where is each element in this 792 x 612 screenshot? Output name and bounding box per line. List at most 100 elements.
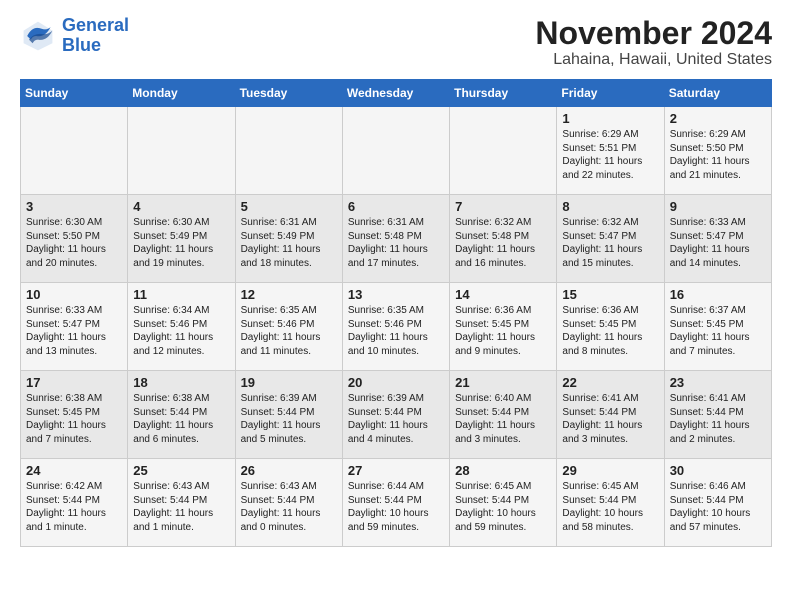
calendar-cell	[450, 107, 557, 195]
day-info: Sunrise: 6:33 AM Sunset: 5:47 PM Dayligh…	[26, 304, 122, 358]
day-info: Sunrise: 6:38 AM Sunset: 5:45 PM Dayligh…	[26, 392, 122, 446]
day-info: Sunrise: 6:45 AM Sunset: 5:44 PM Dayligh…	[455, 480, 551, 534]
calendar-header-row: SundayMondayTuesdayWednesdayThursdayFrid…	[21, 80, 772, 107]
day-info: Sunrise: 6:29 AM Sunset: 5:51 PM Dayligh…	[562, 128, 658, 182]
calendar-cell: 13 Sunrise: 6:35 AM Sunset: 5:46 PM Dayli…	[342, 283, 449, 371]
day-info: Sunrise: 6:36 AM Sunset: 5:45 PM Dayligh…	[562, 304, 658, 358]
day-number: 18	[133, 375, 229, 390]
day-info: Sunrise: 6:30 AM Sunset: 5:49 PM Dayligh…	[133, 216, 229, 270]
day-number: 28	[455, 463, 551, 478]
day-number: 16	[670, 287, 766, 302]
calendar-cell: 5 Sunrise: 6:31 AM Sunset: 5:49 PM Daylig…	[235, 195, 342, 283]
calendar-cell	[235, 107, 342, 195]
calendar-cell	[21, 107, 128, 195]
calendar-cell: 18 Sunrise: 6:38 AM Sunset: 5:44 PM Dayli…	[128, 371, 235, 459]
day-number: 15	[562, 287, 658, 302]
day-info: Sunrise: 6:40 AM Sunset: 5:44 PM Dayligh…	[455, 392, 551, 446]
calendar-week-row: 1 Sunrise: 6:29 AM Sunset: 5:51 PM Daylig…	[21, 107, 772, 195]
day-number: 23	[670, 375, 766, 390]
col-header-thursday: Thursday	[450, 80, 557, 107]
col-header-monday: Monday	[128, 80, 235, 107]
calendar-cell: 28 Sunrise: 6:45 AM Sunset: 5:44 PM Dayli…	[450, 459, 557, 547]
day-info: Sunrise: 6:41 AM Sunset: 5:44 PM Dayligh…	[562, 392, 658, 446]
calendar-cell: 20 Sunrise: 6:39 AM Sunset: 5:44 PM Dayli…	[342, 371, 449, 459]
day-info: Sunrise: 6:42 AM Sunset: 5:44 PM Dayligh…	[26, 480, 122, 534]
day-info: Sunrise: 6:34 AM Sunset: 5:46 PM Dayligh…	[133, 304, 229, 358]
calendar-week-row: 3 Sunrise: 6:30 AM Sunset: 5:50 PM Daylig…	[21, 195, 772, 283]
day-number: 17	[26, 375, 122, 390]
logo-text: General Blue	[62, 16, 129, 56]
calendar-cell: 3 Sunrise: 6:30 AM Sunset: 5:50 PM Daylig…	[21, 195, 128, 283]
day-info: Sunrise: 6:30 AM Sunset: 5:50 PM Dayligh…	[26, 216, 122, 270]
day-number: 1	[562, 111, 658, 126]
title-block: November 2024 Lahaina, Hawaii, United St…	[535, 16, 772, 69]
calendar-cell: 2Sunrise: 6:29 AM Sunset: 5:50 PM Daylig…	[664, 107, 771, 195]
day-info: Sunrise: 6:32 AM Sunset: 5:47 PM Dayligh…	[562, 216, 658, 270]
calendar-cell: 8 Sunrise: 6:32 AM Sunset: 5:47 PM Daylig…	[557, 195, 664, 283]
day-number: 3	[26, 199, 122, 214]
day-number: 9	[670, 199, 766, 214]
day-number: 5	[241, 199, 337, 214]
day-number: 14	[455, 287, 551, 302]
day-number: 10	[26, 287, 122, 302]
col-header-friday: Friday	[557, 80, 664, 107]
calendar-cell: 25 Sunrise: 6:43 AM Sunset: 5:44 PM Dayli…	[128, 459, 235, 547]
calendar-cell: 30Sunrise: 6:46 AM Sunset: 5:44 PM Dayli…	[664, 459, 771, 547]
calendar-week-row: 10 Sunrise: 6:33 AM Sunset: 5:47 PM Dayli…	[21, 283, 772, 371]
day-number: 13	[348, 287, 444, 302]
day-number: 8	[562, 199, 658, 214]
day-number: 19	[241, 375, 337, 390]
day-number: 24	[26, 463, 122, 478]
day-info: Sunrise: 6:33 AM Sunset: 5:47 PM Dayligh…	[670, 216, 766, 270]
day-info: Sunrise: 6:43 AM Sunset: 5:44 PM Dayligh…	[241, 480, 337, 534]
day-info: Sunrise: 6:41 AM Sunset: 5:44 PM Dayligh…	[670, 392, 766, 446]
calendar-cell: 27 Sunrise: 6:44 AM Sunset: 5:44 PM Dayli…	[342, 459, 449, 547]
day-info: Sunrise: 6:35 AM Sunset: 5:46 PM Dayligh…	[348, 304, 444, 358]
logo-icon	[20, 18, 56, 54]
page: General Blue November 2024 Lahaina, Hawa…	[0, 0, 792, 567]
calendar-cell: 10 Sunrise: 6:33 AM Sunset: 5:47 PM Dayli…	[21, 283, 128, 371]
col-header-saturday: Saturday	[664, 80, 771, 107]
day-number: 25	[133, 463, 229, 478]
calendar-cell: 9 Sunrise: 6:33 AM Sunset: 5:47 PM Daylig…	[664, 195, 771, 283]
day-info: Sunrise: 6:35 AM Sunset: 5:46 PM Dayligh…	[241, 304, 337, 358]
day-number: 11	[133, 287, 229, 302]
calendar-week-row: 17 Sunrise: 6:38 AM Sunset: 5:45 PM Dayli…	[21, 371, 772, 459]
calendar-cell: 7Sunrise: 6:32 AM Sunset: 5:48 PM Daylig…	[450, 195, 557, 283]
day-info: Sunrise: 6:29 AM Sunset: 5:50 PM Dayligh…	[670, 128, 766, 182]
calendar-cell: 12 Sunrise: 6:35 AM Sunset: 5:46 PM Dayli…	[235, 283, 342, 371]
calendar-cell: 6Sunrise: 6:31 AM Sunset: 5:48 PM Daylig…	[342, 195, 449, 283]
header: General Blue November 2024 Lahaina, Hawa…	[20, 16, 772, 69]
day-number: 7	[455, 199, 551, 214]
day-info: Sunrise: 6:44 AM Sunset: 5:44 PM Dayligh…	[348, 480, 444, 534]
calendar-cell: 29 Sunrise: 6:45 AM Sunset: 5:44 PM Dayli…	[557, 459, 664, 547]
day-number: 26	[241, 463, 337, 478]
day-number: 27	[348, 463, 444, 478]
day-number: 4	[133, 199, 229, 214]
day-number: 29	[562, 463, 658, 478]
page-title: November 2024	[535, 16, 772, 51]
day-info: Sunrise: 6:31 AM Sunset: 5:49 PM Dayligh…	[241, 216, 337, 270]
page-subtitle: Lahaina, Hawaii, United States	[535, 51, 772, 69]
calendar-table: SundayMondayTuesdayWednesdayThursdayFrid…	[20, 79, 772, 547]
day-number: 6	[348, 199, 444, 214]
calendar-cell: 16Sunrise: 6:37 AM Sunset: 5:45 PM Dayli…	[664, 283, 771, 371]
calendar-cell	[342, 107, 449, 195]
day-number: 12	[241, 287, 337, 302]
day-info: Sunrise: 6:39 AM Sunset: 5:44 PM Dayligh…	[348, 392, 444, 446]
day-info: Sunrise: 6:36 AM Sunset: 5:45 PM Dayligh…	[455, 304, 551, 358]
calendar-cell: 11 Sunrise: 6:34 AM Sunset: 5:46 PM Dayli…	[128, 283, 235, 371]
col-header-wednesday: Wednesday	[342, 80, 449, 107]
calendar-cell: 24 Sunrise: 6:42 AM Sunset: 5:44 PM Dayli…	[21, 459, 128, 547]
day-info: Sunrise: 6:43 AM Sunset: 5:44 PM Dayligh…	[133, 480, 229, 534]
day-info: Sunrise: 6:38 AM Sunset: 5:44 PM Dayligh…	[133, 392, 229, 446]
day-number: 30	[670, 463, 766, 478]
calendar-cell	[128, 107, 235, 195]
calendar-cell: 23 Sunrise: 6:41 AM Sunset: 5:44 PM Dayli…	[664, 371, 771, 459]
calendar-cell: 22Sunrise: 6:41 AM Sunset: 5:44 PM Dayli…	[557, 371, 664, 459]
calendar-week-row: 24 Sunrise: 6:42 AM Sunset: 5:44 PM Dayli…	[21, 459, 772, 547]
day-number: 20	[348, 375, 444, 390]
col-header-tuesday: Tuesday	[235, 80, 342, 107]
day-info: Sunrise: 6:45 AM Sunset: 5:44 PM Dayligh…	[562, 480, 658, 534]
calendar-cell: 19Sunrise: 6:39 AM Sunset: 5:44 PM Dayli…	[235, 371, 342, 459]
